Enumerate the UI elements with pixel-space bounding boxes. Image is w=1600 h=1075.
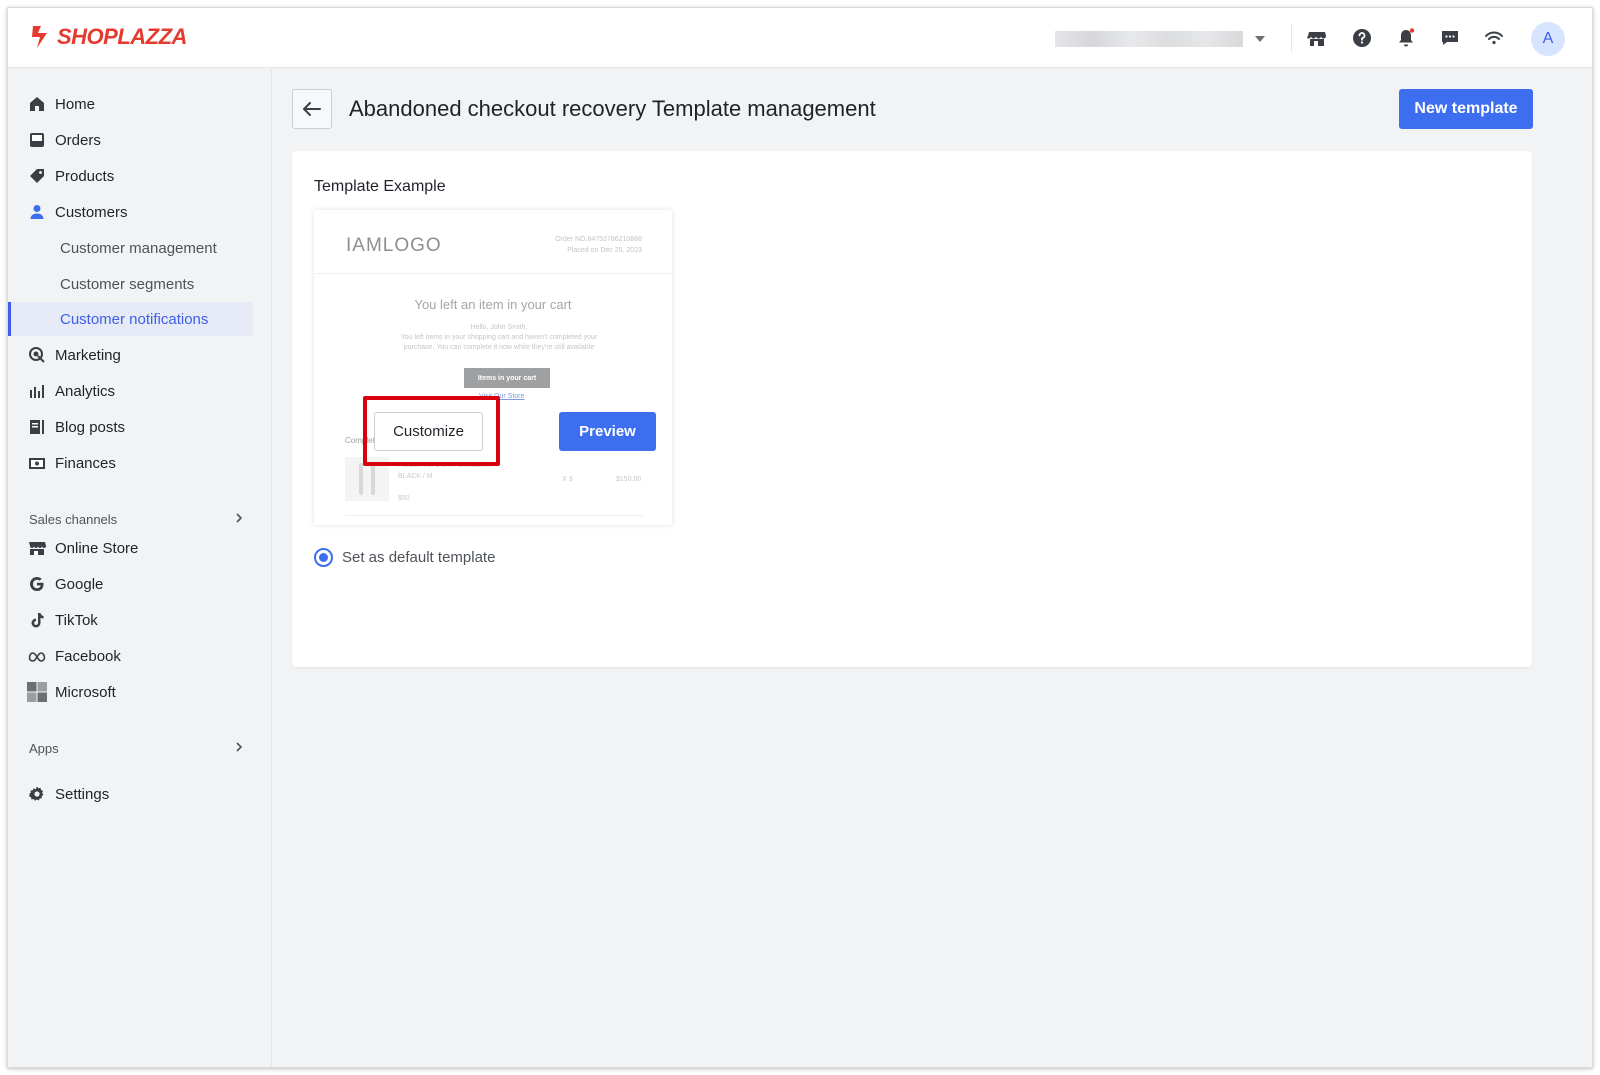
- sidebar-item-settings[interactable]: Settings: [8, 777, 263, 811]
- sidebar-item-label: Customer segments: [60, 275, 195, 293]
- sales-channels-header: Sales channels: [29, 512, 118, 527]
- sidebar-item-microsoft[interactable]: Microsoft: [8, 675, 263, 709]
- page-title: Abandoned checkout recovery Template man…: [349, 96, 876, 121]
- blog-icon: [28, 418, 46, 436]
- sidebar-item-customer-notifications[interactable]: Customer notifications: [8, 302, 253, 336]
- sidebar-item-google[interactable]: Google: [8, 567, 263, 601]
- template-card: Template Example IAMLOGO Order NO.847537…: [292, 151, 1532, 667]
- default-template-radio-row[interactable]: Set as default template: [314, 548, 495, 567]
- thumbnail-price: $150.00: [616, 476, 642, 483]
- thumbnail-order-info: Order NO.84753786210888 Placed on Dec 25…: [555, 234, 642, 256]
- store-name-redacted: [1055, 31, 1243, 47]
- sidebar-item-label: Customers: [55, 203, 128, 221]
- tag-icon: [28, 167, 46, 185]
- store-icon: [28, 539, 46, 557]
- sidebar-item-label: Online Store: [55, 539, 139, 557]
- sidebar-item-marketing[interactable]: Marketing: [8, 338, 263, 372]
- store-icon[interactable]: [1306, 27, 1328, 49]
- divider: [1291, 24, 1292, 52]
- sidebar-item-label: Marketing: [55, 346, 121, 364]
- back-button[interactable]: [292, 89, 332, 129]
- apps-header: Apps: [29, 741, 59, 756]
- sidebar-item-customer-management[interactable]: Customer management: [8, 231, 263, 265]
- chevron-right-icon[interactable]: [233, 741, 245, 753]
- sidebar-item-label: Customer notifications: [60, 310, 209, 328]
- sidebar-item-label: Customer management: [60, 239, 217, 257]
- logo-mark-icon: [32, 26, 47, 48]
- sidebar-item-customers[interactable]: Customers: [8, 195, 263, 229]
- card-title: Template Example: [314, 178, 446, 195]
- new-template-button[interactable]: New template: [1399, 89, 1533, 129]
- brand-name: SHOPLAZZA: [57, 24, 187, 49]
- sidebar-item-home[interactable]: Home: [8, 87, 263, 121]
- sidebar-item-label: Orders: [55, 131, 101, 149]
- template-thumbnail[interactable]: IAMLOGO Order NO.84753786210888 Placed o…: [314, 210, 672, 525]
- preview-button[interactable]: Preview: [559, 412, 656, 451]
- google-icon: [28, 575, 46, 593]
- chat-icon[interactable]: [1439, 27, 1461, 49]
- sidebar-item-label: Finances: [55, 454, 116, 472]
- thumbnail-qty: X 3: [562, 476, 573, 483]
- shoplazza-logo[interactable]: SHOPLAZZA: [29, 24, 187, 50]
- marketing-icon: [28, 346, 46, 364]
- sidebar-item-online-store[interactable]: Online Store: [8, 531, 263, 565]
- sidebar-item-label: Google: [55, 575, 104, 593]
- thumbnail-product-variant: BLACK / M: [398, 473, 433, 480]
- arrow-left-icon: [303, 102, 321, 116]
- sidebar-item-orders[interactable]: Orders: [8, 123, 263, 157]
- highlight-box: [363, 396, 500, 466]
- sidebar-item-label: Products: [55, 167, 115, 185]
- sidebar-item-label: Settings: [55, 785, 110, 803]
- sidebar: Home Orders Products Customers Customer …: [8, 69, 272, 1067]
- help-icon[interactable]: [1351, 27, 1373, 49]
- avatar[interactable]: A: [1531, 22, 1565, 56]
- thumbnail-logo: IAMLOGO: [346, 235, 442, 256]
- divider: [345, 515, 643, 516]
- analytics-icon: [28, 382, 46, 400]
- thumbnail-product-unit: $50: [398, 495, 410, 502]
- radio-selected-dot: [319, 553, 328, 562]
- sidebar-item-customer-segments[interactable]: Customer segments: [8, 267, 263, 301]
- sidebar-item-facebook[interactable]: Facebook: [8, 639, 263, 673]
- person-icon: [28, 203, 46, 221]
- sidebar-item-label: TikTok: [55, 611, 98, 629]
- active-indicator: [8, 302, 11, 336]
- sidebar-item-label: Microsoft: [55, 683, 116, 701]
- sidebar-item-label: Blog posts: [55, 418, 126, 436]
- thumbnail-body-line: purchase. You can complete it now while …: [403, 344, 595, 351]
- sidebar-item-tiktok[interactable]: TikTok: [8, 603, 263, 637]
- meta-icon: [28, 647, 46, 665]
- chevron-down-icon: [1255, 36, 1265, 42]
- sidebar-item-products[interactable]: Products: [8, 159, 263, 193]
- sidebar-item-label: Facebook: [55, 647, 121, 665]
- bell-icon[interactable]: [1395, 27, 1417, 49]
- microsoft-icon: [26, 681, 48, 703]
- thumbnail-headline: You left an item in your cart: [414, 297, 572, 312]
- sidebar-item-blog-posts[interactable]: Blog posts: [8, 410, 263, 444]
- sidebar-item-finances[interactable]: Finances: [8, 446, 263, 480]
- thumbnail-body-line: Hello, John Smith,: [470, 324, 528, 331]
- store-selector[interactable]: [1055, 30, 1275, 48]
- tiktok-icon: [28, 611, 46, 629]
- default-template-radio[interactable]: [314, 548, 333, 567]
- thumbnail-cart-button: Items in your cart: [464, 368, 550, 388]
- chevron-right-icon[interactable]: [233, 512, 245, 524]
- thumbnail-body-line: You left items in your shopping cart and…: [400, 334, 598, 341]
- sidebar-item-analytics[interactable]: Analytics: [8, 374, 263, 408]
- home-icon: [28, 95, 46, 113]
- thumbnail-product-info: Harden vol. 1 MVP Sweatshirt BLACK / M $…: [398, 460, 491, 504]
- thumbnail-order-no: Order NO.84753786210888: [555, 236, 642, 243]
- sidebar-item-label: Home: [55, 95, 96, 113]
- app-window: SHOPLAZZA A Home Orders Products Custome…: [7, 7, 1593, 1068]
- finances-icon: [28, 454, 46, 472]
- wifi-icon[interactable]: [1483, 27, 1505, 49]
- sidebar-item-label: Analytics: [55, 382, 116, 400]
- gear-icon: [28, 785, 46, 803]
- divider: [314, 273, 672, 274]
- thumbnail-body: Hello, John Smith, You left items in you…: [374, 323, 624, 353]
- inbox-icon: [28, 131, 46, 149]
- top-bar: SHOPLAZZA A: [8, 8, 1592, 68]
- thumbnail-placed-on: Placed on Dec 25, 2023: [567, 247, 642, 254]
- default-template-label: Set as default template: [342, 549, 496, 566]
